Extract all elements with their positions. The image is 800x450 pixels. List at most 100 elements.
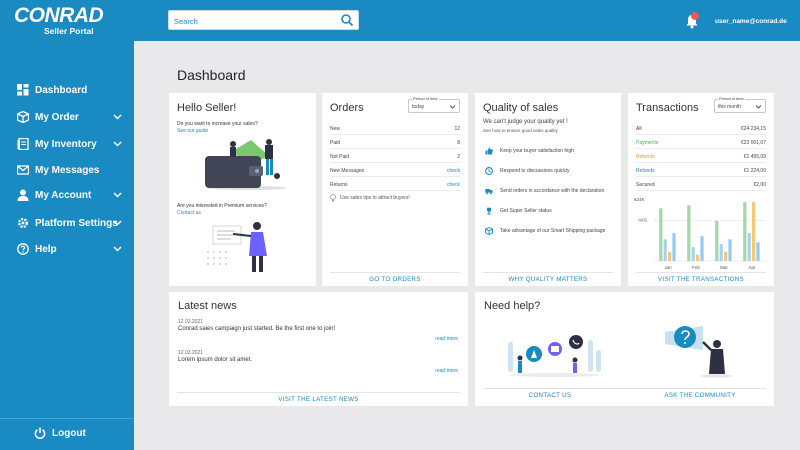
quality-item: Take advantage of our Smart Shipping pac… — [485, 227, 605, 235]
truck-icon — [485, 189, 493, 195]
go-to-orders-link[interactable]: GO TO ORDERS — [330, 272, 460, 286]
order-row-not-paid[interactable]: Not Paid 2 — [330, 150, 460, 163]
contact-us-link[interactable]: CONTACT US — [475, 392, 625, 399]
x-tick-label: Apr — [748, 265, 756, 270]
order-row-paid[interactable]: Paid 8 — [330, 136, 460, 149]
top-header: CONRAD Seller Portal user_name@conrad.de — [0, 0, 800, 41]
ask-community-link[interactable]: ASK THE COMMUNITY — [625, 392, 775, 399]
row-value: €2,00 — [753, 182, 766, 188]
quality-item-text: Take advantage of our Smart Shipping pac… — [500, 228, 606, 234]
row-value: €24 234,15 — [740, 126, 766, 132]
row-label: Payments — [636, 140, 659, 146]
guide-link[interactable]: See our guide — [177, 128, 208, 134]
order-row-returns[interactable]: Returns check — [330, 178, 460, 191]
quality-how-to-link[interactable]: See how to ensure good sales quality — [483, 128, 558, 133]
row-label: Secured — [636, 182, 655, 188]
order-row-new-messages[interactable]: New Messages check — [330, 164, 460, 177]
transaction-row-refunds-orange[interactable]: Refunds €1 455,09 — [636, 150, 766, 163]
sidebar-item-my-order[interactable]: My Order — [0, 106, 134, 128]
row-value: €23 001,07 — [740, 140, 766, 146]
search-box — [168, 10, 359, 31]
contact-link[interactable]: Contact us — [177, 210, 201, 216]
search-input[interactable] — [169, 12, 334, 31]
row-label: Returns — [330, 182, 348, 188]
chart-bar — [668, 251, 672, 261]
x-tick-label: Feb — [692, 265, 700, 270]
sidebar: Dashboard My Order My Inventory My Messa… — [0, 41, 134, 450]
row-value: €1 224,00 — [743, 168, 766, 174]
row-label: New — [330, 126, 341, 132]
sidebar-item-my-account[interactable]: My Account — [0, 184, 134, 206]
why-quality-matters-link[interactable]: WHY QUALITY MATTERS — [483, 272, 613, 286]
sales-question: Do you want to increase your sales? — [177, 121, 258, 127]
quality-subtitle: We can't judge your quality yet ! — [483, 119, 568, 125]
wallet-illustration — [205, 139, 287, 190]
chart-bar — [691, 247, 695, 261]
card-title: Hello Seller! — [177, 102, 237, 114]
sidebar-item-my-messages[interactable]: My Messages — [0, 159, 134, 181]
quality-item: Send orders in accordance with the decla… — [485, 187, 604, 195]
transactions-period-select[interactable]: Period of time this month — [714, 96, 766, 113]
envelope-icon — [17, 165, 29, 175]
transaction-row-refunds-blue[interactable]: Refunds €1 224,00 — [636, 164, 766, 177]
transaction-row-payments[interactable]: Payments €23 001,07 — [636, 136, 766, 149]
check-link[interactable]: check — [447, 182, 460, 188]
row-label: New Messages — [330, 168, 365, 174]
card-title: Latest news — [178, 300, 237, 312]
avg-label: AVG — [638, 218, 648, 223]
transaction-row-all[interactable]: All €24 234,15 — [636, 122, 766, 135]
user-email[interactable]: user_name@conrad.de — [715, 18, 787, 25]
sidebar-item-my-inventory[interactable]: My Inventory — [0, 133, 134, 155]
quality-item: Respond to discussions quickly — [485, 167, 569, 175]
quality-card: Quality of sales We can't judge your qua… — [475, 93, 621, 286]
visit-transactions-link[interactable]: VISIT THE TRANSACTIONS — [636, 272, 766, 286]
news-text[interactable]: Lorem ipsum dolor sit amet. — [178, 357, 252, 363]
chart-bar — [672, 233, 676, 261]
chart-bar — [743, 202, 747, 261]
sidebar-item-dashboard[interactable]: Dashboard — [0, 79, 134, 101]
card-title: Need help? — [484, 300, 541, 312]
lightbulb-icon — [330, 194, 336, 202]
chevron-down-icon — [113, 192, 122, 198]
read-more-link[interactable]: read more — [435, 336, 458, 342]
thumbs-up-icon — [485, 147, 493, 155]
chart-bar — [663, 239, 667, 261]
order-row-new[interactable]: New 12 — [330, 122, 460, 135]
latest-news-card: Latest news 12.03.2021 Conrad saies camp… — [169, 292, 468, 406]
read-more-link[interactable]: read more — [435, 368, 458, 374]
row-value: 12 — [454, 126, 460, 132]
orders-period-select[interactable]: Period of time today — [408, 96, 460, 113]
quality-item: Get Super Seller status — [485, 207, 552, 215]
quality-item: Keep your buyer satisfaction high — [485, 147, 574, 155]
sales-tip[interactable]: Use sales tips to attract buyers! — [330, 194, 410, 202]
chart-bar — [715, 220, 719, 261]
chevron-down-icon — [113, 220, 122, 226]
select-value: today — [412, 104, 425, 110]
logo-word: CONRAD — [14, 4, 104, 27]
search-icon[interactable] — [340, 13, 354, 27]
row-label: Refunds — [636, 168, 655, 174]
select-caption: Period of time — [412, 96, 439, 101]
chart-bar — [700, 236, 704, 261]
news-date: 12.03.2021 — [178, 350, 204, 356]
y-tick-label: €24K — [634, 197, 645, 202]
chevron-down-icon — [449, 105, 456, 109]
quality-item-text: Respond to discussions quickly — [500, 168, 570, 174]
card-title: Quality of sales — [483, 102, 559, 114]
sidebar-item-platform-settings[interactable]: Platform Settings — [0, 212, 134, 234]
select-caption: Period of time — [718, 96, 745, 101]
transactions-bar-chart: €24K AVG Jan Feb Mar Apr — [634, 197, 766, 270]
chevron-down-icon — [113, 114, 122, 120]
card-divider — [483, 388, 766, 389]
community-illustration — [665, 326, 733, 378]
x-tick-label: Mar — [720, 265, 728, 270]
chart-bar — [696, 254, 700, 261]
sidebar-item-help[interactable]: Help — [0, 238, 134, 260]
news-text[interactable]: Conrad saies campaign just started. Be t… — [178, 326, 335, 332]
quality-item-text: Keep your buyer satisfaction high — [500, 148, 574, 154]
visit-latest-news-link[interactable]: VISIT THE LATEST NEWS — [177, 392, 460, 406]
transaction-row-secured[interactable]: Secured €2,00 — [636, 178, 766, 191]
check-link[interactable]: check — [447, 168, 460, 174]
conrad-logo[interactable]: CONRAD Seller Portal — [14, 4, 104, 36]
logout-button[interactable]: Logout — [0, 422, 134, 444]
